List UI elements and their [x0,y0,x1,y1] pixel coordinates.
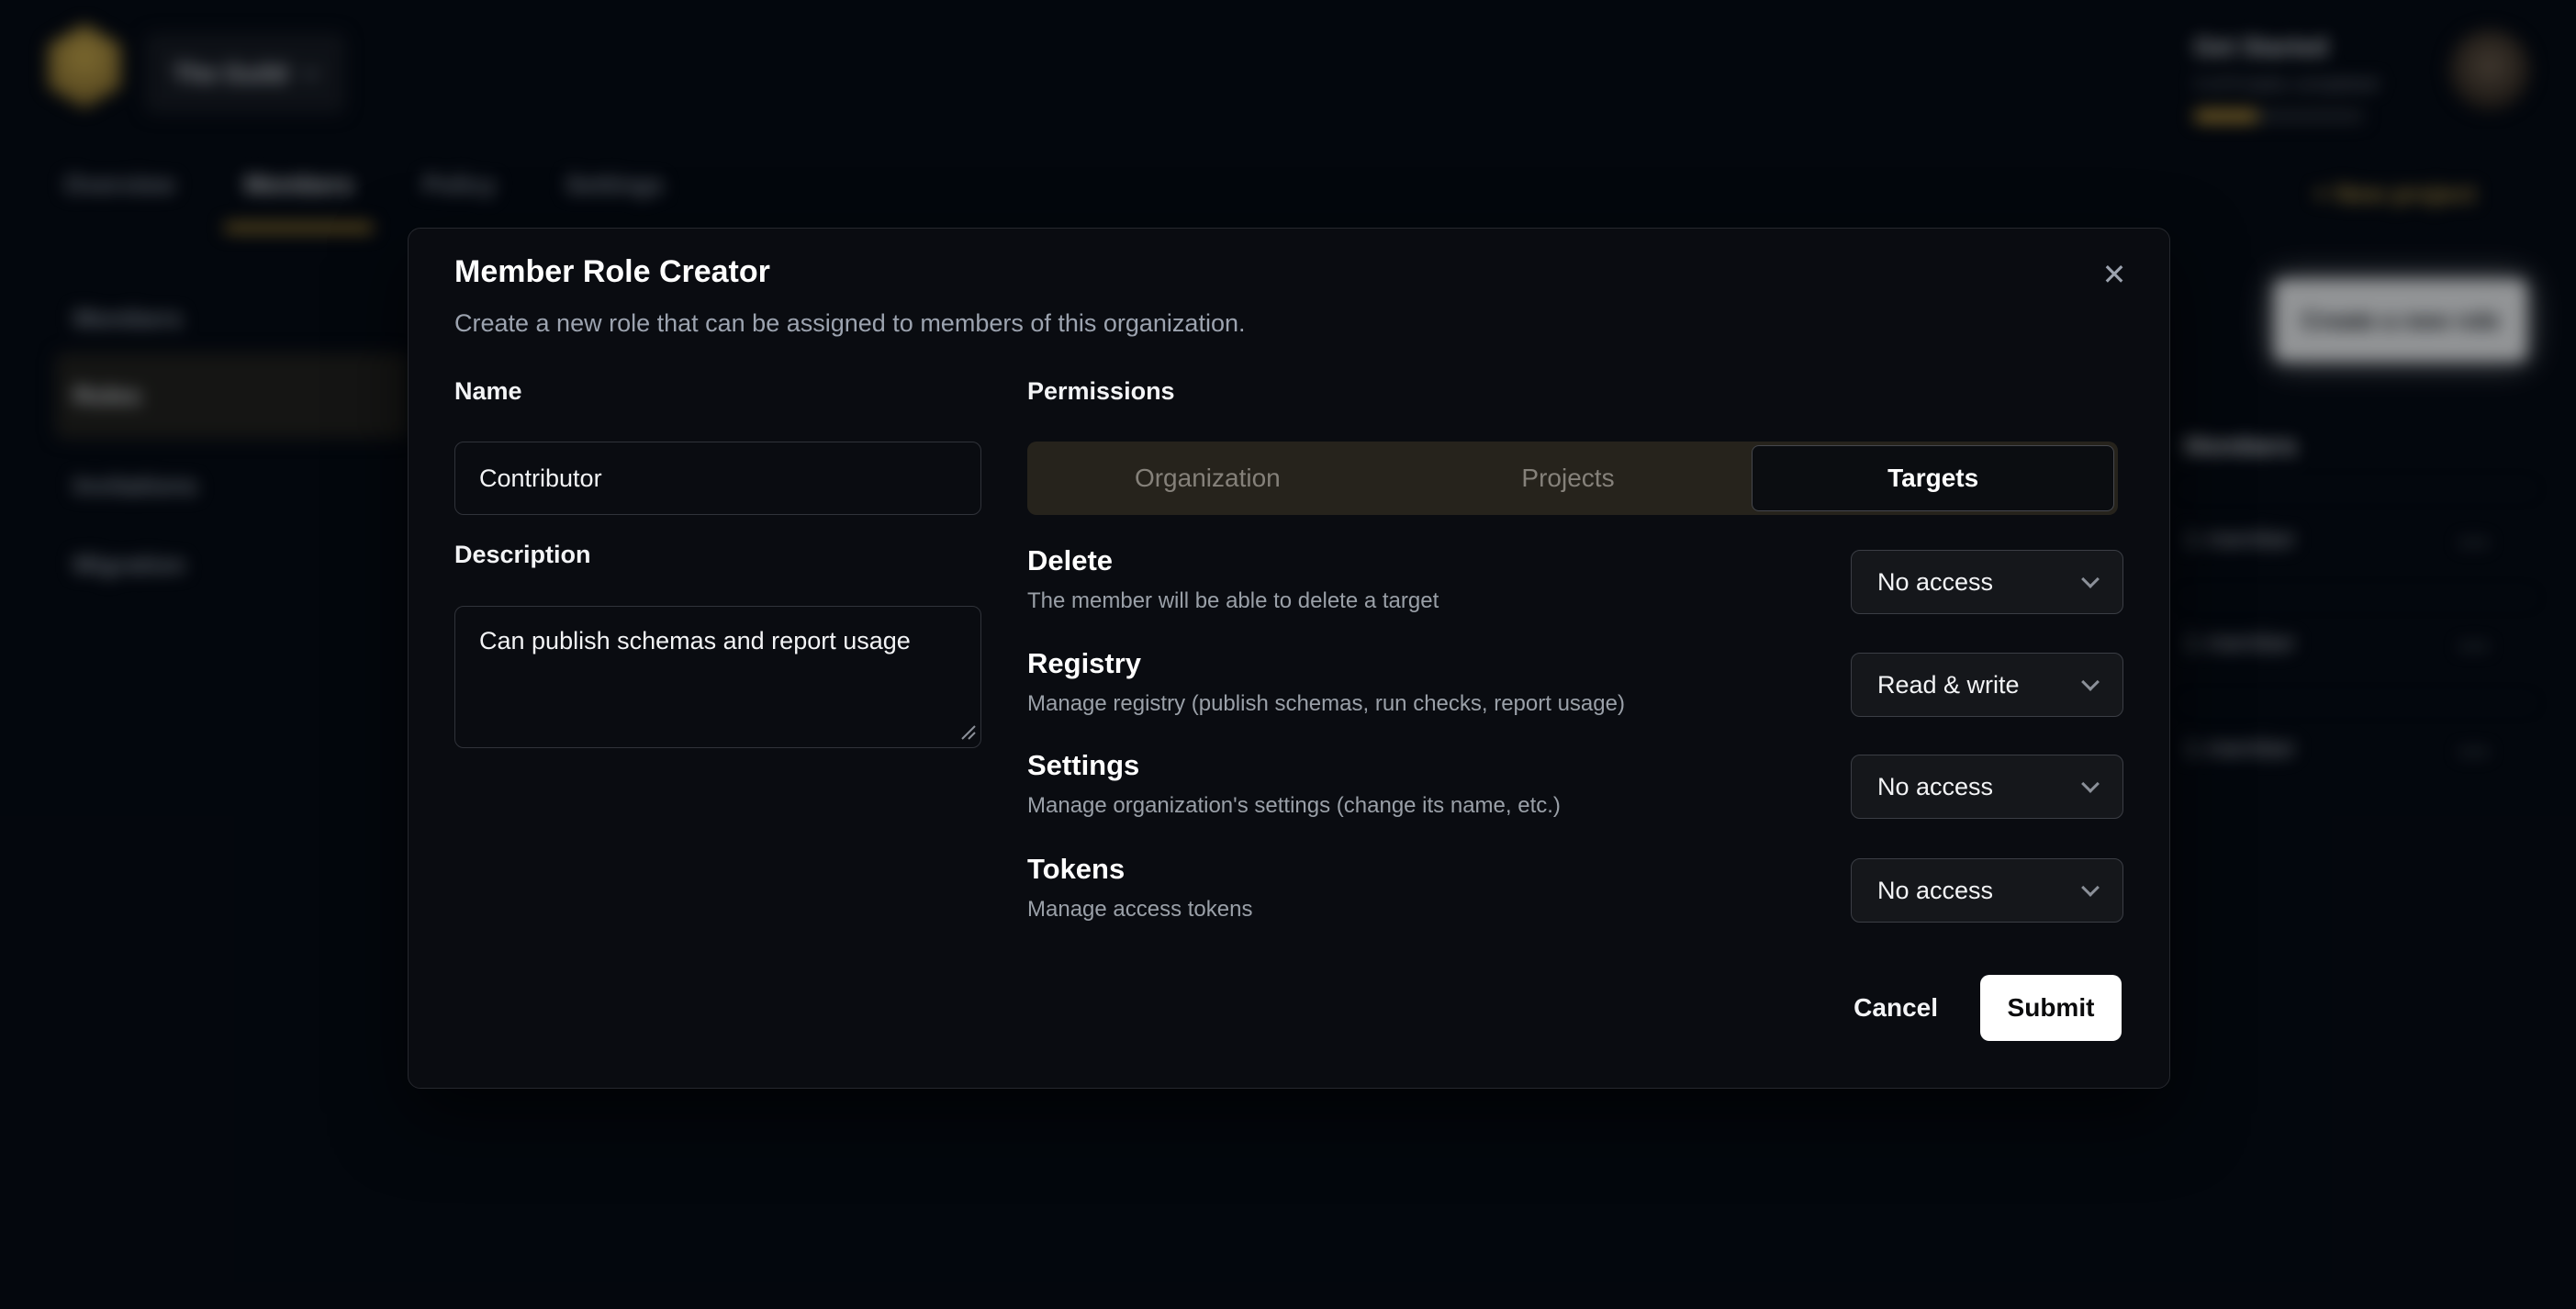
tab-organization[interactable]: Organization [1027,442,1388,515]
dialog-footer: Cancel Submit [1854,975,2122,1041]
description-label: Description [454,541,591,569]
permission-title-registry: Registry [1027,647,1141,680]
chevron-down-icon [2081,673,2100,691]
chevron-down-icon [2081,775,2100,793]
chevron-down-icon [2081,570,2100,588]
tokens-access-value: No access [1877,877,2084,905]
dialog-subtitle: Create a new role that can be assigned t… [454,309,1245,338]
close-icon[interactable]: ✕ [2092,252,2136,296]
tab-targets[interactable]: Targets [1752,445,2114,511]
permission-desc-registry: Manage registry (publish schemas, run ch… [1027,691,1625,717]
registry-access-value: Read & write [1877,671,2084,699]
description-field-wrap: Can publish schemas and report usage [454,606,981,748]
permission-desc-tokens: Manage access tokens [1027,897,1252,923]
permissions-label: Permissions [1027,377,1175,406]
permission-title-tokens: Tokens [1027,853,1125,886]
resize-handle-icon[interactable] [958,722,977,741]
settings-access-value: No access [1877,773,2084,801]
permissions-scope-tabs: Organization Projects Targets [1027,442,2118,515]
tokens-access-select[interactable]: No access [1851,858,2123,923]
description-textarea[interactable]: Can publish schemas and report usage [454,606,981,748]
settings-access-select[interactable]: No access [1851,755,2123,819]
registry-access-select[interactable]: Read & write [1851,653,2123,717]
permission-desc-settings: Manage organization's settings (change i… [1027,793,1561,819]
app-window: The Guild Get Started 3 of 8 tasks compl… [0,0,2576,1309]
member-role-creator-dialog: ✕ Member Role Creator Create a new role … [408,228,2170,1089]
delete-access-value: No access [1877,568,2084,597]
delete-access-select[interactable]: No access [1851,550,2123,614]
submit-button[interactable]: Submit [1980,975,2122,1041]
name-input[interactable] [454,442,981,515]
tab-projects[interactable]: Projects [1388,442,1749,515]
permission-title-settings: Settings [1027,749,1139,782]
permission-desc-delete: The member will be able to delete a targ… [1027,588,1439,614]
chevron-down-icon [2081,878,2100,897]
name-label: Name [454,377,522,406]
cancel-button[interactable]: Cancel [1854,993,1938,1023]
dialog-title: Member Role Creator [454,254,770,290]
permission-title-delete: Delete [1027,544,1113,577]
